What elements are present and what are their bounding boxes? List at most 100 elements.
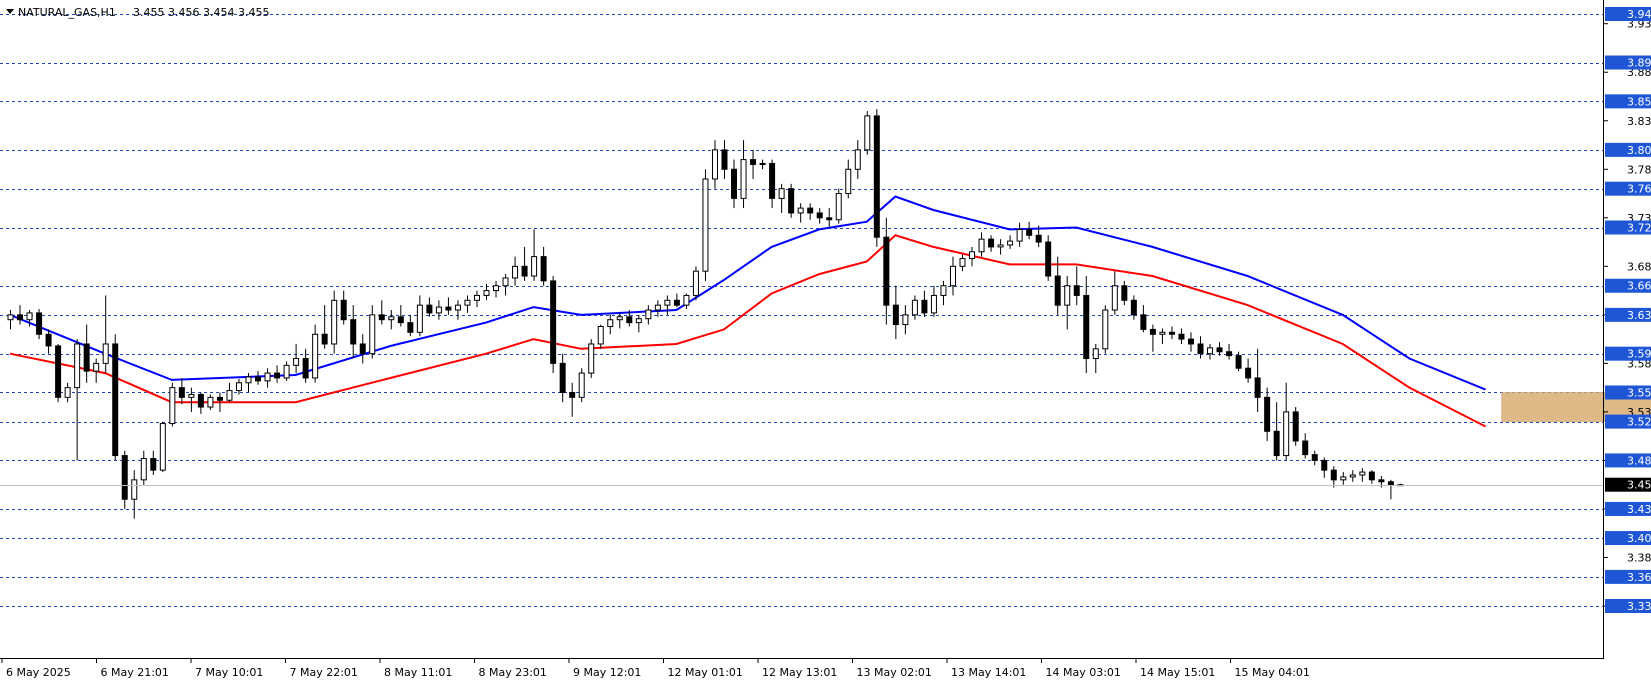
candle-body	[493, 285, 500, 292]
candle-body	[1207, 347, 1214, 355]
level-label-text: 3.760	[1627, 183, 1651, 196]
candle-body	[864, 115, 871, 151]
candle-body	[1026, 228, 1033, 236]
candle-body	[921, 299, 928, 314]
candle-body	[293, 358, 300, 366]
candle-body	[1102, 309, 1109, 350]
candle	[36, 309, 43, 340]
time-tick-label: 14 May 03:01	[1046, 666, 1121, 679]
time-axis[interactable]: 6 May 2025 6 May 21:01 7 May 10:01 7 May 22…	[1, 658, 1310, 679]
price-tick-label: 3.680	[1627, 260, 1651, 273]
candle	[331, 290, 338, 354]
candle-body	[197, 393, 204, 408]
candle-body	[1359, 471, 1366, 476]
candle	[1102, 305, 1109, 354]
candle-body	[159, 423, 166, 471]
candle-body	[7, 314, 14, 321]
candle-body	[1054, 275, 1061, 306]
candle-body	[1083, 294, 1090, 360]
candle	[578, 368, 585, 403]
candle-body	[711, 149, 718, 180]
candle-body	[378, 314, 385, 321]
candle-body	[930, 294, 937, 314]
candle-body	[1340, 476, 1347, 481]
candle-body	[978, 238, 985, 253]
candle-body	[216, 396, 223, 401]
candle-body	[435, 306, 442, 314]
candle-body	[74, 343, 81, 389]
level-price-label: 3.520	[1605, 414, 1651, 429]
candle-body	[464, 299, 471, 306]
candle-body	[1368, 471, 1375, 481]
candle-body	[312, 333, 319, 379]
candle-body	[416, 304, 423, 333]
time-tick-label: 9 May 12:01	[573, 666, 641, 679]
candle-body	[45, 333, 52, 347]
candle-body	[521, 265, 528, 277]
candle-body	[540, 256, 547, 282]
candle-body	[578, 372, 585, 398]
price-tick-label: 3.830	[1627, 115, 1651, 128]
candle-body	[131, 479, 138, 500]
candle-body	[1197, 343, 1204, 355]
level-label-text: 3.720	[1627, 222, 1651, 235]
candle-body	[759, 162, 766, 165]
candle-body	[1111, 285, 1118, 311]
candle-body	[302, 358, 309, 379]
candle	[692, 266, 699, 301]
candle-body	[169, 387, 176, 425]
level-price-label: 3.480	[1605, 453, 1651, 468]
candle-body	[1321, 459, 1328, 471]
candle-body	[807, 207, 814, 214]
candle	[159, 421, 166, 473]
candle-body	[1235, 355, 1242, 369]
candle-body	[883, 236, 890, 306]
candle	[588, 339, 595, 378]
candle-body	[55, 345, 62, 398]
candle-body	[797, 207, 804, 214]
price-tick-label: 3.780	[1627, 163, 1651, 176]
candle-body	[1226, 351, 1233, 357]
price-axis[interactable]: 3.9303.8803.8303.7803.7303.6803.6303.580…	[1604, 7, 1651, 613]
candle-body	[597, 325, 604, 345]
candle-body	[1283, 411, 1290, 457]
level-price-label: 3.760	[1605, 181, 1651, 196]
candle-body	[36, 312, 43, 335]
candle-body	[969, 251, 976, 260]
candle-body	[397, 316, 404, 324]
candle-body	[283, 364, 290, 379]
candle-body	[559, 362, 566, 393]
candle-body	[769, 162, 776, 199]
level-price-label: 3.720	[1605, 220, 1651, 235]
candle-body	[949, 265, 956, 287]
candle-body	[83, 343, 90, 372]
time-tick-label: 6 May 21:01	[101, 666, 169, 679]
candle-body	[350, 319, 357, 345]
symbol-label: NATURAL_GAS,H1	[18, 6, 116, 19]
level-price-label: 3.400	[1605, 531, 1651, 546]
candle-body	[102, 343, 109, 364]
candle-body	[1216, 347, 1223, 353]
candle-body	[997, 244, 1004, 248]
level-price-label: 3.430	[1605, 501, 1651, 516]
candle-body	[1387, 481, 1394, 486]
time-tick-label: 8 May 23:01	[479, 666, 547, 679]
candle-body	[1378, 479, 1385, 483]
candle-body	[740, 159, 747, 199]
candle-body	[626, 316, 633, 324]
candle-body	[112, 343, 119, 457]
candle-body	[331, 299, 338, 345]
candle-body	[1130, 299, 1137, 316]
level-price-label: 3.890	[1605, 55, 1651, 70]
candle-body	[845, 168, 852, 195]
price-chart[interactable]: 3.9303.8803.8303.7803.7303.6803.6303.580…	[0, 0, 1651, 682]
candle-body	[1035, 234, 1042, 243]
candle-body	[426, 304, 433, 314]
candle-body	[1121, 285, 1128, 301]
level-price-label: 3.850	[1605, 94, 1651, 109]
level-price-label: 3.360	[1605, 569, 1651, 584]
plot-background	[0, 0, 1600, 658]
candle-body	[721, 149, 728, 170]
candle-body	[1330, 469, 1337, 481]
candle-body	[512, 265, 519, 279]
